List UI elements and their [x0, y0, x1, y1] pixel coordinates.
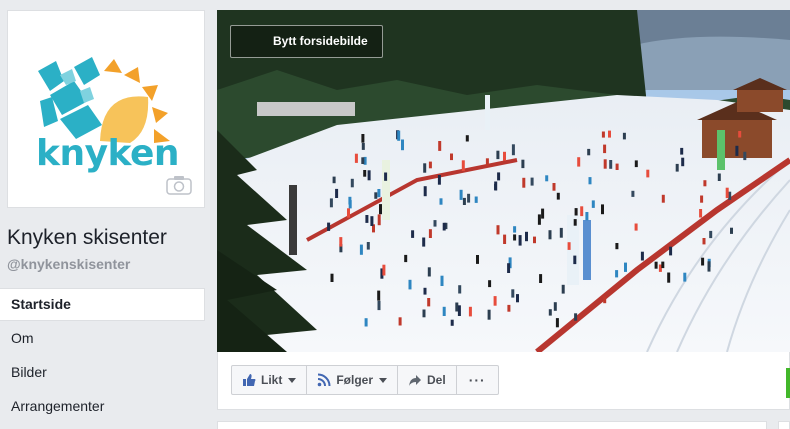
rss-icon: [318, 373, 331, 387]
cover-photo[interactable]: Bytt forsidebilde: [217, 10, 790, 352]
logo-wordmark: knyken: [36, 133, 180, 174]
page-handle[interactable]: @knykenskisenter: [7, 256, 130, 272]
profile-picture[interactable]: knyken: [7, 10, 205, 208]
like-button[interactable]: Likt: [231, 365, 308, 395]
nav-item-startside[interactable]: Startside: [0, 288, 205, 321]
ski-stadium-photo: [217, 10, 790, 352]
more-button[interactable]: ···: [456, 365, 499, 395]
page-action-bar: Likt Følger Del ···: [217, 352, 790, 410]
nav-item-om[interactable]: Om: [0, 321, 205, 355]
share-button[interactable]: Del: [398, 365, 457, 395]
change-cover-button[interactable]: Bytt forsidebilde: [230, 25, 383, 58]
page-title[interactable]: Knyken skisenter: [7, 226, 167, 250]
nav-item-arrangementer[interactable]: Arrangementer: [0, 389, 205, 423]
page-nav: Startside Om Bilder Arrangementer: [0, 288, 205, 423]
chevron-down-icon: [288, 377, 297, 383]
follow-label: Følger: [336, 373, 374, 387]
nav-item-bilder[interactable]: Bilder: [0, 355, 205, 389]
share-arrow-icon: [409, 375, 422, 386]
follow-button[interactable]: Følger: [307, 365, 399, 395]
chevron-down-icon: [379, 377, 388, 383]
content-card: [217, 421, 767, 429]
camera-icon[interactable]: [166, 175, 192, 195]
thumbs-up-icon: [243, 374, 256, 386]
cta-button-edge[interactable]: [786, 368, 790, 398]
share-label: Del: [427, 373, 446, 387]
side-card: [778, 421, 790, 429]
like-label: Likt: [261, 373, 283, 387]
